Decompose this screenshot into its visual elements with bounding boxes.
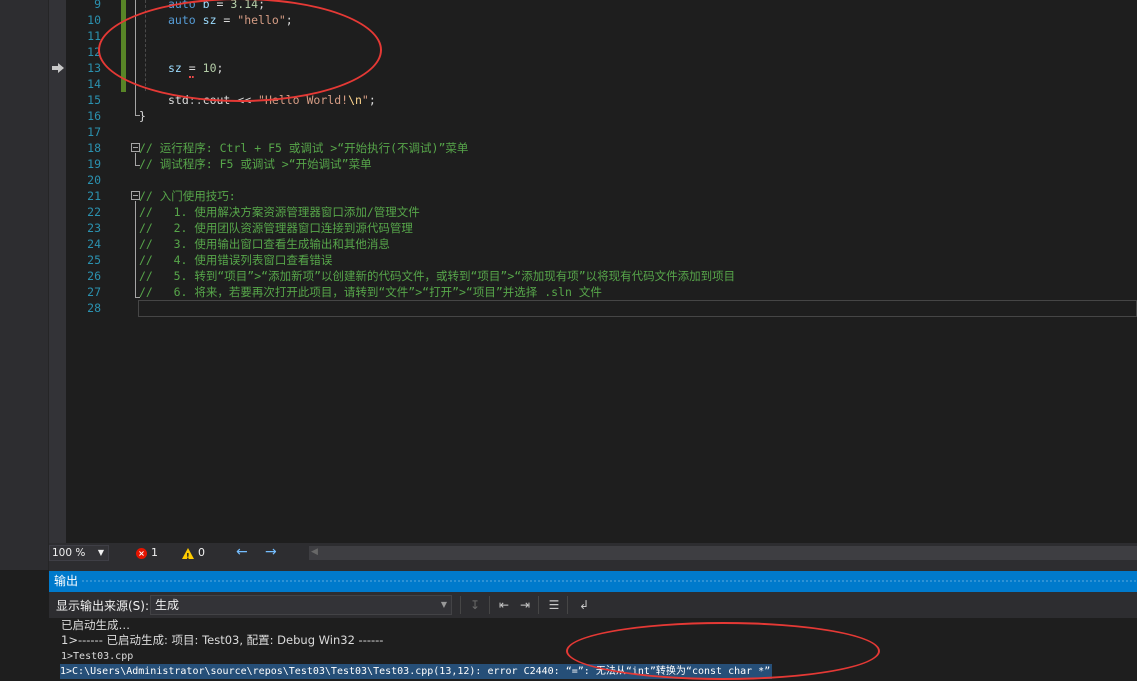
go-to-previous-message-icon[interactable]: ⇤ — [495, 596, 513, 614]
chevron-down-icon: ▼ — [440, 600, 447, 609]
zoom-value: 100 % — [52, 547, 86, 559]
code-line: 20 — [49, 172, 1137, 188]
code-line: 27 // 6. 将来，若要再次打开此项目，请转到“文件”>“打开”>“项目”并… — [49, 284, 1137, 300]
code-comment[interactable]: // 5. 转到“项目”>“添加新项”以创建新的代码文件，或转到“项目”>“添加… — [139, 268, 735, 284]
warning-icon — [182, 547, 194, 565]
warning-count-value: 0 — [198, 546, 205, 559]
warning-count[interactable]: 0 — [182, 545, 205, 565]
go-to-next-message-icon[interactable]: ⇥ — [516, 596, 534, 614]
toolbar-separator — [489, 596, 490, 614]
annotation-circle — [566, 622, 880, 680]
navigate-forward-icon[interactable]: → — [265, 544, 277, 560]
line-number: 16 — [87, 109, 101, 123]
line-number: 24 — [87, 237, 101, 251]
toolbar-separator — [538, 596, 539, 614]
horizontal-scrollbar[interactable] — [309, 546, 1137, 560]
line-number: 18 — [87, 141, 101, 155]
zoom-dropdown[interactable]: 100 % ▼ — [49, 545, 109, 561]
line-number: 23 — [87, 221, 101, 235]
output-title-text: 输出 — [54, 574, 79, 588]
line-number: 17 — [87, 125, 101, 139]
code-comment[interactable]: // 3. 使用输出窗口查看生成输出和其他消息 — [139, 236, 390, 252]
code-line: 24 // 3. 使用输出窗口查看生成输出和其他消息 — [49, 236, 1137, 252]
line-number: 15 — [87, 93, 101, 107]
code-text[interactable]: } — [139, 108, 146, 124]
line-number: 26 — [87, 269, 101, 283]
line-number: 25 — [87, 253, 101, 267]
code-comment[interactable]: // 入门使用技巧: — [139, 188, 236, 204]
code-comment[interactable]: // 1. 使用解决方案资源管理器窗口添加/管理文件 — [139, 204, 420, 220]
left-tool-strip — [0, 0, 49, 570]
scroll-left-icon[interactable]: ◀ — [311, 547, 318, 557]
code-line: 28 — [49, 300, 1137, 316]
line-number: 21 — [87, 189, 101, 203]
editor-status-strip: 100 % ▼ × 1 0 ← → ◀ — [49, 543, 1137, 565]
line-number: 19 — [87, 157, 101, 171]
line-number: 11 — [87, 29, 101, 43]
output-source-dropdown[interactable]: 生成 ▼ — [150, 595, 452, 615]
toolbar-separator — [567, 596, 568, 614]
line-number: 12 — [87, 45, 101, 59]
error-icon: × — [136, 547, 147, 559]
line-number: 27 — [87, 285, 101, 299]
code-line: 22 // 1. 使用解决方案资源管理器窗口添加/管理文件 — [49, 204, 1137, 220]
clear-all-icon[interactable]: ☰ — [545, 596, 563, 614]
code-comment[interactable]: // 6. 将来，若要再次打开此项目，请转到“文件”>“打开”>“项目”并选择 … — [139, 284, 602, 300]
output-toolbar: 显示输出来源(S): 生成 ▼ ↧ ⇤ ⇥ ☰ ↲ — [49, 592, 1137, 618]
line-number: 22 — [87, 205, 101, 219]
annotation-circle — [98, 0, 382, 102]
output-line: 已启动生成… — [61, 618, 130, 632]
output-source-value: 生成 — [155, 598, 180, 612]
code-comment[interactable]: // 4. 使用错误列表窗口查看错误 — [139, 252, 332, 268]
panel-splitter[interactable] — [49, 563, 1137, 571]
line-number: 14 — [87, 77, 101, 91]
code-line: 25 // 4. 使用错误列表窗口查看错误 — [49, 252, 1137, 268]
line-number: 9 — [94, 0, 101, 11]
line-number: 13 — [87, 61, 101, 75]
code-comment[interactable]: // 调试程序: F5 或调试 >“开始调试”菜单 — [139, 156, 372, 172]
code-line: 21 // 入门使用技巧: — [49, 188, 1137, 204]
navigate-back-icon[interactable]: ← — [236, 544, 248, 560]
code-line: 18 // 运行程序: Ctrl + F5 或调试 >“开始执行(不调试)”菜单 — [49, 140, 1137, 156]
line-number: 10 — [87, 13, 101, 27]
find-message-in-code-icon[interactable]: ↧ — [466, 596, 484, 614]
output-panel-title[interactable]: 输出 — [49, 571, 1137, 592]
output-source-label: 显示输出来源(S): — [56, 599, 150, 613]
code-line: 26 // 5. 转到“项目”>“添加新项”以创建新的代码文件，或转到“项目”>… — [49, 268, 1137, 284]
output-line: 1>------ 已启动生成: 项目: Test03, 配置: Debug Wi… — [61, 633, 384, 647]
line-number: 20 — [87, 173, 101, 187]
output-line: 1>Test03.cpp — [61, 651, 134, 662]
code-comment[interactable]: // 运行程序: Ctrl + F5 或调试 >“开始执行(不调试)”菜单 — [139, 140, 468, 156]
code-line: 19 // 调试程序: F5 或调试 >“开始调试”菜单 — [49, 156, 1137, 172]
error-count[interactable]: × 1 — [136, 545, 158, 561]
code-line: 16 } — [49, 108, 1137, 124]
code-comment[interactable]: // 2. 使用团队资源管理器窗口连接到源代码管理 — [139, 220, 413, 236]
error-count-value: 1 — [151, 546, 158, 559]
title-grip — [81, 579, 1137, 584]
code-line: 17 — [49, 124, 1137, 140]
line-number: 28 — [87, 301, 101, 315]
toggle-word-wrap-icon[interactable]: ↲ — [575, 596, 593, 614]
toolbar-separator — [460, 596, 461, 614]
chevron-down-icon: ▼ — [97, 548, 104, 557]
code-line: 23 // 2. 使用团队资源管理器窗口连接到源代码管理 — [49, 220, 1137, 236]
